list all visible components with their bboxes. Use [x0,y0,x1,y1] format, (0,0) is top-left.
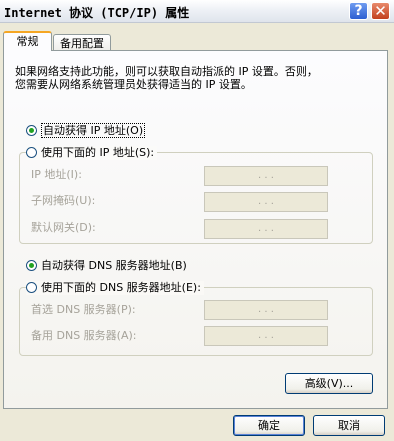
alternate-dns-input[interactable]: . . . [204,326,328,346]
window-title: Internet 协议 (TCP/IP) 属性 [4,6,190,20]
tab-general[interactable]: 常规 [3,31,52,51]
auto-dns-label: 自动获得 DNS 服务器地址(B) [41,259,187,272]
manual-ip-option[interactable]: 使用下面的 IP 地址(S): [26,146,158,160]
description-line-2: 您需要从网络系统管理员处获得适当的 IP 设置。 [15,78,252,91]
description-line-1: 如果网络支持此功能，则可以获取自动指派的 IP 设置。否则， [15,65,318,78]
manual-dns-option[interactable]: 使用下面的 DNS 服务器地址(E): [26,281,204,295]
cancel-button[interactable]: 取消 [313,415,385,436]
alternate-dns-label: 备用 DNS 服务器(A): [31,329,137,342]
manual-dns-radio[interactable] [26,282,37,293]
manual-ip-label: 使用下面的 IP 地址(S): [41,146,155,159]
auto-ip-option[interactable]: 自动获得 IP 地址(O) [26,123,146,138]
ip-address-label: IP 地址(I): [31,168,82,181]
description: 如果网络支持此功能，则可以获取自动指派的 IP 设置。否则， 您需要从网络系统管… [15,65,360,91]
default-gateway-input[interactable]: . . . [204,219,328,239]
manual-dns-label: 使用下面的 DNS 服务器地址(E): [41,281,201,294]
auto-ip-label: 自动获得 IP 地址(O) [41,123,146,138]
default-gateway-label: 默认网关(D): [31,221,96,234]
ip-address-input[interactable]: . . . [204,166,328,186]
auto-ip-radio[interactable] [26,125,37,136]
ok-button[interactable]: 确定 [233,415,305,436]
subnet-mask-input[interactable]: . . . [204,192,328,212]
advanced-button[interactable]: 高级(V)... [285,373,373,394]
auto-dns-radio[interactable] [26,260,37,271]
preferred-dns-input[interactable]: . . . [204,300,328,320]
manual-ip-radio[interactable] [26,147,37,158]
title-bar: Internet 协议 (TCP/IP) 属性 ? ✕ [0,0,394,23]
subnet-mask-label: 子网掩码(U): [31,194,96,207]
auto-dns-option[interactable]: 自动获得 DNS 服务器地址(B) [26,259,187,273]
preferred-dns-label: 首选 DNS 服务器(P): [31,303,136,316]
help-button[interactable]: ? [349,2,368,20]
close-button[interactable]: ✕ [371,2,390,20]
